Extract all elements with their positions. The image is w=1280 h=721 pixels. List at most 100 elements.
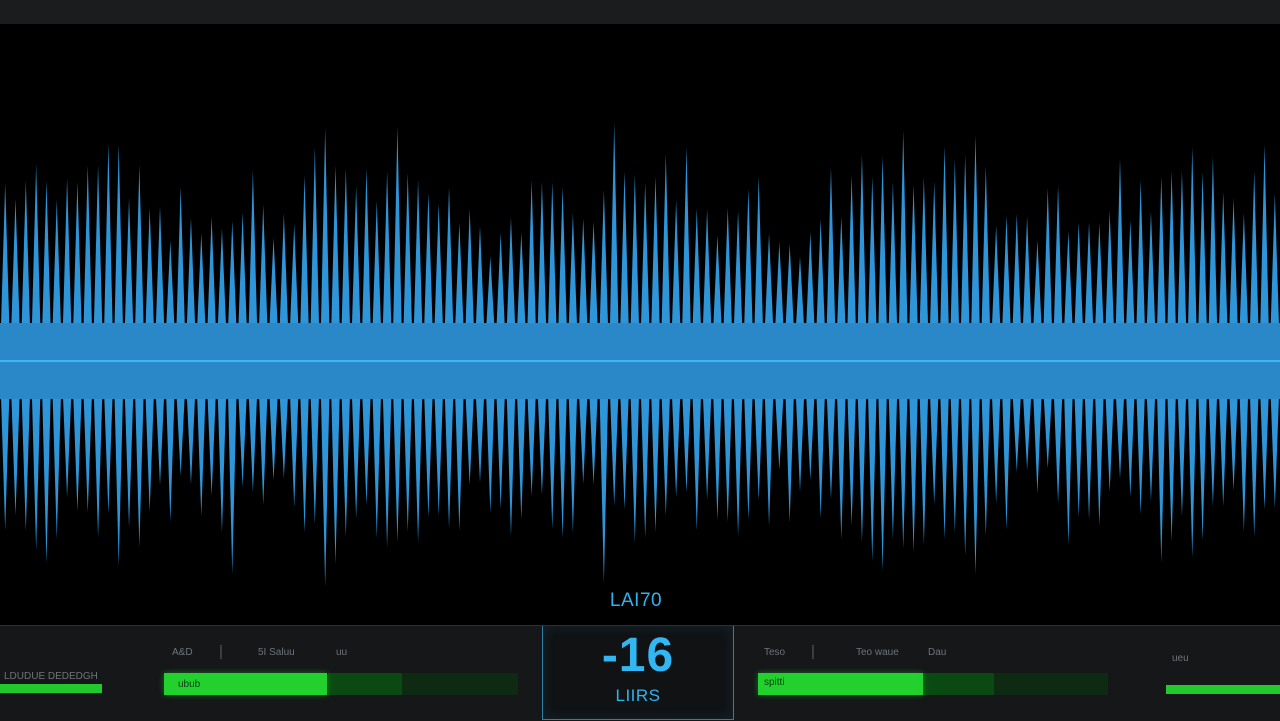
waveform-spike-lower xyxy=(217,391,227,533)
waveform-spike-upper xyxy=(1115,158,1125,331)
waveform-spike-lower xyxy=(382,391,392,548)
waveform-spike-lower xyxy=(1229,391,1238,491)
waveform-spike-upper xyxy=(279,213,289,331)
waveform-spike-lower xyxy=(1218,391,1228,507)
waveform-spike-upper xyxy=(568,213,578,331)
waveform-spike-upper xyxy=(217,228,227,331)
waveform-spike-lower xyxy=(764,391,774,527)
waveform-spike-lower xyxy=(1146,391,1156,502)
waveform-spike-lower xyxy=(692,391,702,531)
waveform-spike-upper xyxy=(196,233,206,331)
waveform-spike-lower xyxy=(640,391,650,539)
waveform-spike-lower xyxy=(135,391,144,547)
waveform-spike-lower xyxy=(1270,391,1280,509)
waveform-spike-upper xyxy=(785,244,795,331)
waveform-spike-lower xyxy=(775,391,784,470)
waveform-spike-upper xyxy=(671,199,681,331)
waveform-spike-lower xyxy=(744,391,753,520)
waveform-spike-upper xyxy=(609,123,619,331)
waveform-spike-upper xyxy=(940,145,949,331)
waveform-spike-upper xyxy=(547,182,557,331)
waveform-spike-lower xyxy=(723,391,733,522)
waveform-spike-lower xyxy=(568,391,578,534)
waveform-spike-lower xyxy=(114,391,124,567)
waveform-spike-lower xyxy=(702,391,712,501)
waveform-spike-lower xyxy=(258,391,268,506)
waveform-spike-upper xyxy=(145,208,155,331)
waveform-spike-lower xyxy=(341,391,351,538)
waveform-spike-upper xyxy=(93,165,103,331)
waveform-spike-upper xyxy=(73,181,82,331)
loudness-unit: LIIRS xyxy=(615,686,661,705)
waveform-spike-upper xyxy=(723,207,733,331)
waveform-spike-upper xyxy=(754,176,764,331)
waveform-spike-lower xyxy=(1187,391,1197,558)
waveform-spike-lower xyxy=(1033,391,1042,494)
waveform-spike-upper xyxy=(42,180,51,331)
waveform-spike-upper xyxy=(1146,211,1156,331)
waveform-spike-upper xyxy=(702,209,712,331)
waveform-spike-upper xyxy=(1218,192,1228,331)
waveform-spike-lower xyxy=(444,391,454,529)
waveform-spike-upper xyxy=(836,216,846,331)
waveform-spike-lower xyxy=(940,391,949,539)
waveform-spike-lower xyxy=(465,391,475,486)
waveform-spike-upper xyxy=(1012,213,1022,331)
waveform-spike-lower xyxy=(516,391,526,520)
waveform-spike-upper xyxy=(527,180,536,331)
waveform-spike-upper xyxy=(444,187,454,331)
waveform-spike-lower xyxy=(269,391,278,481)
right-meter-caption: ueu xyxy=(1172,653,1189,664)
waveform-spike-lower xyxy=(651,391,660,533)
waveform-spike-lower xyxy=(104,391,113,514)
channel-b-label-1: Teso xyxy=(764,647,786,658)
waveform-spike-upper xyxy=(1125,220,1135,331)
waveform-spike-upper xyxy=(1239,213,1249,331)
channel-b-fill-label: spitti xyxy=(764,677,785,688)
waveform-spike-upper xyxy=(1033,240,1042,331)
waveform-spike-upper xyxy=(919,176,929,331)
waveform-spike-upper xyxy=(1002,215,1011,331)
waveform-spike-upper xyxy=(1229,197,1238,331)
waveform-spike-lower xyxy=(83,391,93,513)
waveform-spike-lower xyxy=(279,391,289,479)
waveform-spike-upper xyxy=(310,147,320,331)
waveform-spike-lower xyxy=(289,391,299,508)
waveform-spike-lower xyxy=(42,391,51,564)
waveform-spike-upper xyxy=(960,154,970,331)
waveform-spike-upper xyxy=(764,233,774,331)
waveform-spike-upper xyxy=(124,197,134,331)
waveform-spike-lower xyxy=(578,391,588,484)
left-level-bar xyxy=(0,684,102,693)
waveform-spike-upper xyxy=(909,184,918,331)
waveform-spike-upper xyxy=(496,232,505,331)
waveform-spike-upper xyxy=(692,208,702,331)
waveform-spike-lower xyxy=(878,391,887,571)
waveform-spike-lower xyxy=(165,391,175,522)
waveform-spike-lower xyxy=(1177,391,1187,517)
waveform-spike-upper xyxy=(599,189,609,331)
waveform-spike-lower xyxy=(1012,391,1022,473)
waveform-spike-lower xyxy=(0,391,10,531)
waveform-spike-lower xyxy=(506,391,516,537)
waveform-spike-upper xyxy=(713,235,722,331)
waveform-spike-upper xyxy=(1084,222,1094,331)
waveform-spike-upper xyxy=(578,218,588,331)
waveform-display[interactable] xyxy=(0,24,1280,624)
waveform-spike-upper xyxy=(1187,147,1197,331)
waveform-spike-lower xyxy=(1043,391,1053,469)
waveform-spike-lower xyxy=(455,391,464,532)
waveform-spike-upper xyxy=(516,232,526,331)
waveform-spike-lower xyxy=(929,391,939,505)
waveform-spike-upper xyxy=(867,176,877,331)
waveform-spike-lower xyxy=(847,391,856,526)
channel-a-label-1: A&D xyxy=(172,647,193,658)
waveform-spike-upper xyxy=(805,232,815,331)
waveform-spike-upper xyxy=(1074,222,1084,331)
waveform-spike-lower xyxy=(186,391,196,485)
waveform-spike-lower xyxy=(867,391,877,562)
waveform-spike-upper xyxy=(165,240,175,331)
waveform-spike-lower xyxy=(11,391,20,516)
waveform-spike-upper xyxy=(1105,210,1115,331)
waveform-spike-lower xyxy=(393,391,402,542)
